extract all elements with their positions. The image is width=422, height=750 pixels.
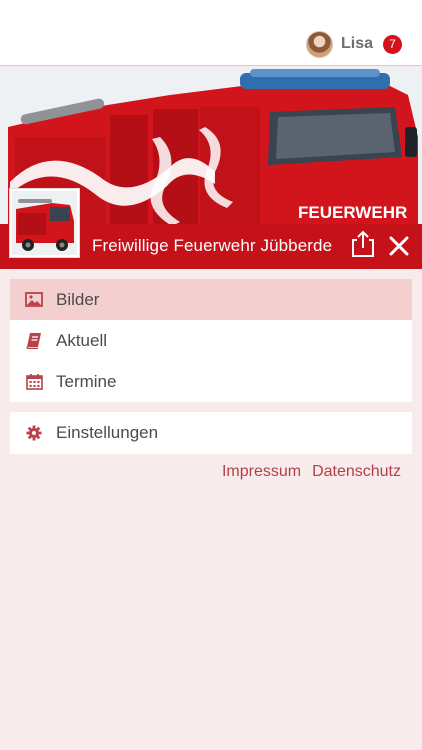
footer-links: Impressum Datenschutz bbox=[222, 463, 401, 481]
user-name[interactable]: Lisa bbox=[341, 35, 373, 53]
organization-name: Freiwillige Feuerwehr Jübberde bbox=[92, 236, 333, 255]
book-icon bbox=[25, 332, 43, 350]
menu-item-aktuell[interactable]: Aktuell bbox=[10, 320, 412, 361]
user-profile[interactable]: Lisa 7 bbox=[305, 29, 402, 59]
menu-item-label: Einstellungen bbox=[56, 422, 159, 442]
image-icon bbox=[25, 291, 43, 309]
calendar-icon bbox=[25, 373, 43, 391]
share-button[interactable] bbox=[350, 230, 376, 258]
menu-item-label: Aktuell bbox=[56, 330, 108, 350]
menu-item-termine[interactable]: Termine bbox=[10, 361, 412, 402]
close-button[interactable] bbox=[388, 235, 410, 257]
vehicle-lettering: FEUERWEHR bbox=[298, 203, 407, 222]
settings-menu: Einstellungen bbox=[10, 412, 412, 454]
impressum-link[interactable]: Impressum bbox=[222, 463, 301, 481]
share-icon bbox=[352, 230, 374, 257]
datenschutz-link[interactable]: Datenschutz bbox=[312, 463, 401, 481]
close-icon bbox=[389, 236, 409, 256]
avatar[interactable] bbox=[305, 30, 333, 58]
top-bar: Lisa 7 bbox=[0, 0, 422, 66]
organization-logo bbox=[10, 189, 79, 257]
notification-badge[interactable]: 7 bbox=[383, 34, 402, 54]
menu-item-einstellungen[interactable]: Einstellungen bbox=[10, 412, 412, 453]
gear-icon bbox=[25, 424, 43, 442]
menu-item-label: Bilder bbox=[56, 289, 100, 309]
menu-item-bilder[interactable]: Bilder bbox=[10, 279, 412, 320]
main-menu: Bilder Aktuell Termine bbox=[10, 279, 412, 402]
menu-item-label: Termine bbox=[56, 371, 117, 391]
